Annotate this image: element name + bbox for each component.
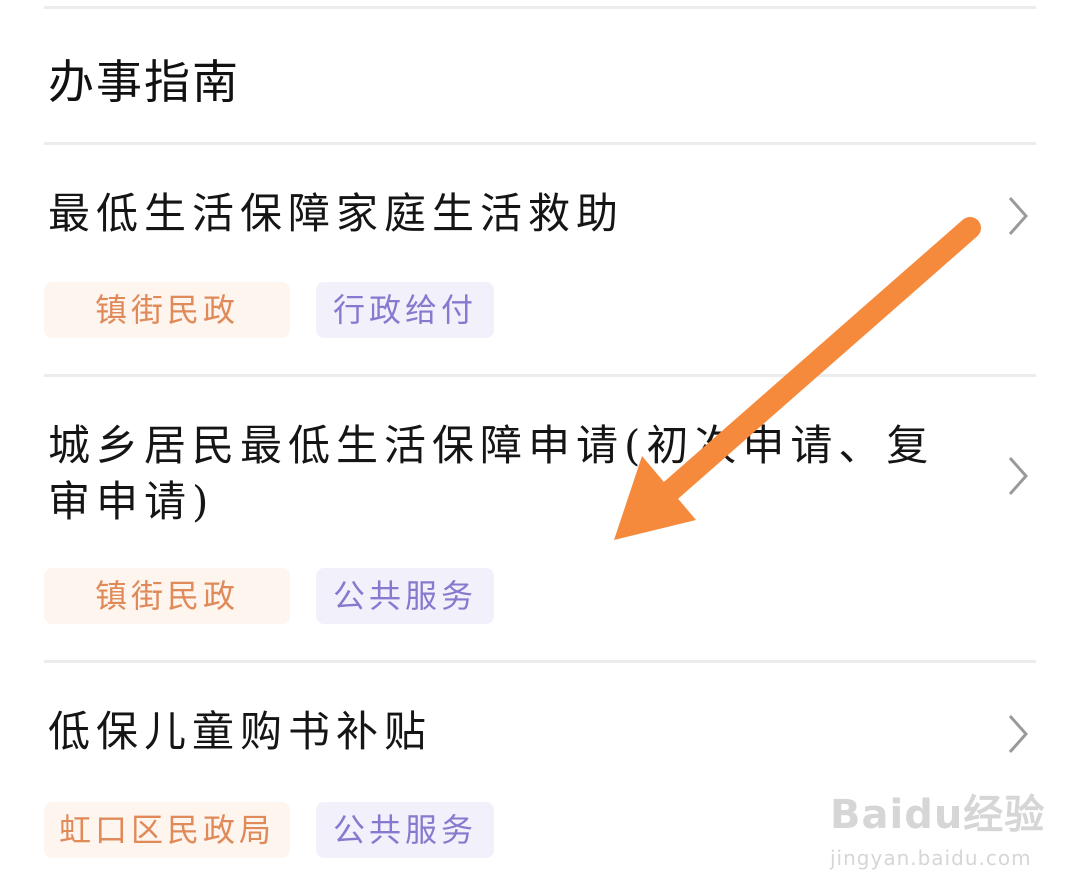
guide-item-title: 城乡居民最低生活保障申请(初次申请、复审申请) [48, 421, 935, 526]
tag-department: 虹口区民政局 [44, 802, 290, 858]
watermark: Baidu经验 jingyan.baidu.com [830, 780, 1050, 880]
guide-item-title: 低保儿童购书补贴 [48, 707, 433, 756]
watermark-url: jingyan.baidu.com [830, 846, 1032, 870]
chevron-right-icon [1008, 197, 1029, 235]
tag-department: 镇街民政 [44, 568, 290, 624]
tag-category: 公共服务 [316, 802, 494, 858]
chevron-right-icon [1008, 715, 1029, 753]
top-divider [44, 6, 1036, 9]
guide-item-2[interactable]: 城乡居民最低生活保障申请(初次申请、复审申请) 镇街民政 公共服务 [0, 374, 1080, 660]
tag-category: 行政给付 [316, 282, 494, 338]
chevron-right-icon [1008, 457, 1029, 495]
guide-item-1[interactable]: 最低生活保障家庭生活救助 镇街民政 行政给付 [0, 142, 1080, 374]
guide-item-title: 最低生活保障家庭生活救助 [48, 189, 625, 238]
tag-department: 镇街民政 [44, 282, 290, 338]
tag-category: 公共服务 [316, 568, 494, 624]
section-title: 办事指南 [48, 55, 240, 109]
watermark-logo: Baidu经验 [830, 792, 1046, 838]
